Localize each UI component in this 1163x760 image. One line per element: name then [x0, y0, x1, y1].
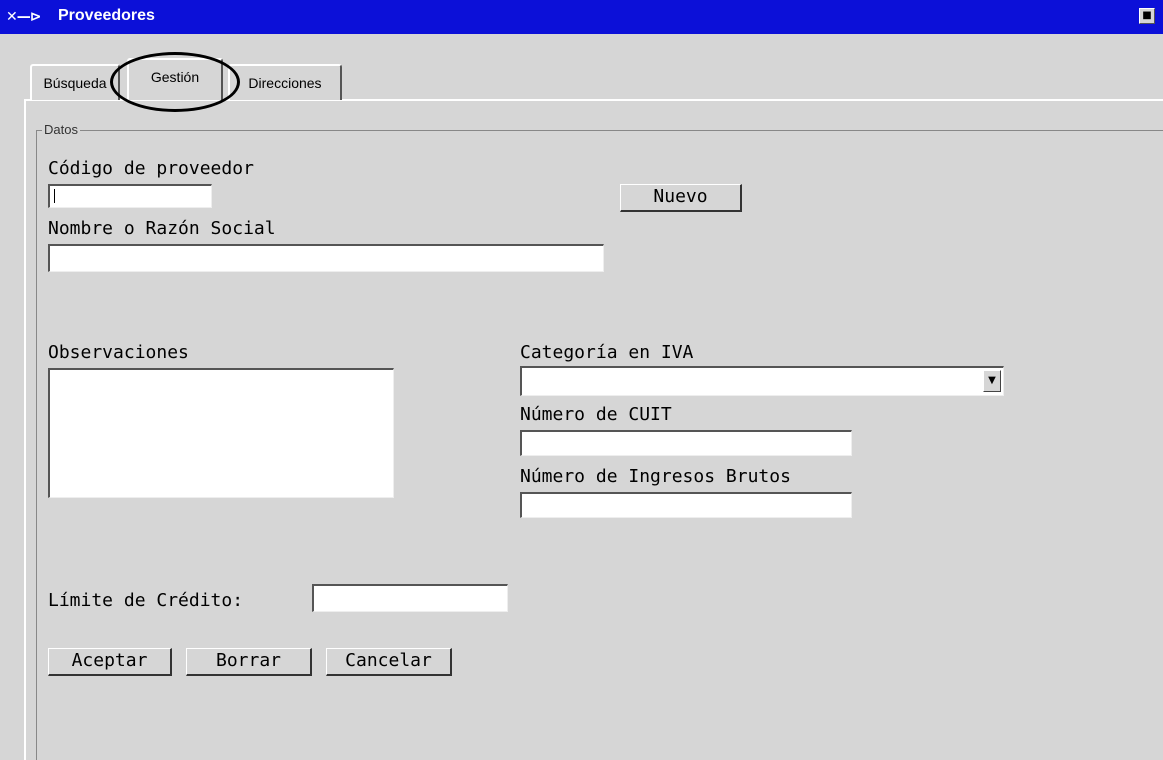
codigo-label: Código de proveedor — [48, 158, 254, 179]
observaciones-textarea[interactable] — [48, 368, 394, 498]
observaciones-label: Observaciones — [48, 342, 189, 363]
ingresos-input[interactable] — [520, 492, 852, 518]
cancelar-button[interactable]: Cancelar — [326, 648, 452, 676]
chevron-down-icon[interactable]: ▼ — [983, 370, 1001, 392]
window-titlebar: ✕—⊳ Proveedores ■ — [0, 0, 1163, 34]
group-legend: Datos — [42, 122, 80, 137]
tab-busqueda[interactable]: Búsqueda — [30, 64, 120, 100]
limite-input[interactable] — [312, 584, 508, 612]
codigo-input[interactable] — [48, 184, 212, 208]
borrar-button[interactable]: Borrar — [186, 648, 312, 676]
window-title: Proveedores — [58, 7, 155, 24]
nombre-input[interactable] — [48, 244, 604, 272]
text-caret — [54, 189, 55, 203]
active-tab-highlight-circle — [110, 52, 240, 112]
limite-label: Límite de Crédito: — [48, 590, 244, 611]
cuit-input[interactable] — [520, 430, 852, 456]
ingresos-label: Número de Ingresos Brutos — [520, 466, 791, 487]
tab-direcciones[interactable]: Direcciones — [228, 64, 342, 100]
nombre-label: Nombre o Razón Social — [48, 218, 276, 239]
categoria-select[interactable]: ▼ — [520, 366, 1004, 396]
nuevo-button[interactable]: Nuevo — [620, 184, 742, 212]
window-system-icon[interactable]: ✕—⊳ — [6, 8, 54, 26]
categoria-label: Categoría en IVA — [520, 342, 694, 363]
window-control-icon[interactable]: ■ — [1139, 8, 1155, 24]
aceptar-button[interactable]: Aceptar — [48, 648, 172, 676]
cuit-label: Número de CUIT — [520, 404, 672, 425]
